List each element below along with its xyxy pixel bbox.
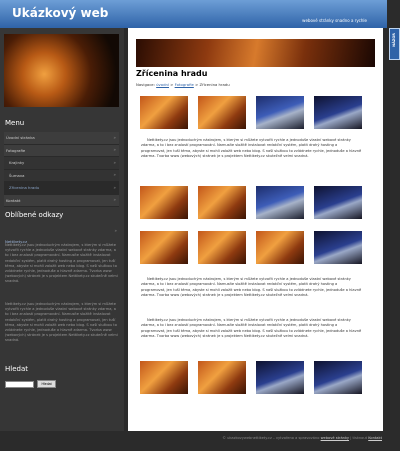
breadcrumb-separator: > [170, 82, 174, 87]
chevron-right-icon: » [113, 159, 116, 165]
sidebar-text-2: Nettikety.cz jsou jednoduchým nástrojem,… [5, 302, 118, 343]
sidebar-item-photos[interactable]: Fotografie » [4, 144, 119, 157]
gallery-thumbnail[interactable] [314, 186, 362, 219]
sidebar-item-contact[interactable]: Kontakt » [4, 194, 119, 207]
gallery-thumbnail[interactable] [198, 231, 246, 264]
gallery-row [140, 231, 363, 264]
site-title[interactable]: Ukázkový web [12, 6, 108, 20]
search-title: Hledat [5, 365, 28, 373]
gallery-thumbnail[interactable] [256, 361, 304, 394]
chevron-right-icon: » [113, 184, 116, 190]
sidebar-photo [4, 34, 119, 107]
site-tagline: webové stránky snadno a rychle [302, 18, 367, 23]
links-title: Oblíbené odkazy [5, 211, 64, 219]
footer-link-contact[interactable]: Kontakt [368, 436, 382, 440]
main-content: Zřícenina hradu Navigace: úvodní > Fotog… [128, 28, 383, 431]
chevron-right-icon: » [113, 147, 116, 152]
search-button[interactable]: Hledat [37, 380, 56, 388]
gallery-thumbnail[interactable] [140, 96, 188, 129]
breadcrumb-prefix: Navigace: [136, 82, 155, 87]
content-paragraph: Nettikety.cz jsou jednoduchým nástrojem,… [141, 138, 362, 158]
feedback-tab[interactable]: NÁZOR [389, 28, 400, 60]
chevron-right-icon: » [114, 228, 117, 233]
sidebar-item-landscapes[interactable]: Krajinky » [4, 157, 119, 170]
page-title: Zřícenina hradu [136, 69, 208, 78]
sidebar-text-1: Nettikety.cz jsou jednoduchým nástrojem,… [5, 243, 118, 284]
content-paragraph: Nettikety.cz jsou jednoduchým nástrojem,… [141, 277, 362, 297]
breadcrumb-separator: > [195, 82, 199, 87]
feedback-label: NÁZOR [392, 33, 396, 47]
chevron-right-icon: » [113, 197, 116, 202]
sidebar-item-label: Kontakt [6, 197, 21, 203]
footer-separator: | tisknout [350, 436, 368, 440]
sidebar-item-label: Krajinky [9, 160, 25, 165]
gallery-thumbnail[interactable] [314, 96, 362, 129]
footer-copyright: © ukazkovywebnettikety.cz – vytvořeno a … [222, 436, 320, 440]
footer: © ukazkovywebnettikety.cz – vytvořeno a … [0, 431, 400, 451]
search-input[interactable] [5, 381, 34, 388]
gallery-row [140, 96, 363, 129]
gallery-thumbnail[interactable] [140, 186, 188, 219]
footer-link-webpages[interactable]: webové stránky [321, 436, 349, 440]
gallery-thumbnail[interactable] [198, 186, 246, 219]
sidebar-menu: Úvodní stránka » Fotografie » Krajinky »… [4, 132, 119, 207]
sidebar-item-label: Zřícenina hradu [9, 185, 40, 190]
chevron-right-icon: » [113, 172, 116, 177]
breadcrumb-home[interactable]: úvodní [156, 82, 169, 87]
gallery-thumbnail[interactable] [314, 231, 362, 264]
sidebar-item-sumava[interactable]: Šumava » [4, 169, 119, 182]
chevron-right-icon: » [113, 134, 116, 140]
breadcrumb-current: Zřícenina hradu [199, 82, 230, 87]
gallery-thumbnail[interactable] [140, 231, 188, 264]
sidebar-item-castle-ruin[interactable]: Zřícenina hradu » [4, 182, 119, 195]
gallery-thumbnail[interactable] [198, 96, 246, 129]
gallery-thumbnail[interactable] [314, 361, 362, 394]
gallery-thumbnail[interactable] [198, 361, 246, 394]
gallery-thumbnail[interactable] [140, 361, 188, 394]
gallery-row [140, 361, 363, 394]
menu-title: Menu [5, 119, 25, 127]
gallery-thumbnail[interactable] [256, 96, 304, 129]
breadcrumb-photos[interactable]: Fotografie [175, 82, 194, 87]
footer-text: © ukazkovywebnettikety.cz – vytvořeno a … [222, 436, 382, 440]
site-header: Ukázkový web webové stránky snadno a ryc… [0, 0, 387, 28]
breadcrumb: Navigace: úvodní > Fotografie > Zřícenin… [136, 82, 230, 87]
header-banner-image [136, 39, 375, 67]
content-paragraph: Nettikety.cz jsou jednoduchým nástrojem,… [141, 318, 362, 338]
sidebar-item-home[interactable]: Úvodní stránka » [4, 132, 119, 145]
sidebar-item-label: Šumava [9, 172, 25, 178]
sidebar-item-label: Úvodní stránka [6, 135, 35, 140]
sidebar-item-label: Fotografie [6, 147, 26, 153]
gallery-thumbnail[interactable] [256, 231, 304, 264]
gallery-thumbnail[interactable] [256, 186, 304, 219]
gallery-row [140, 186, 363, 219]
